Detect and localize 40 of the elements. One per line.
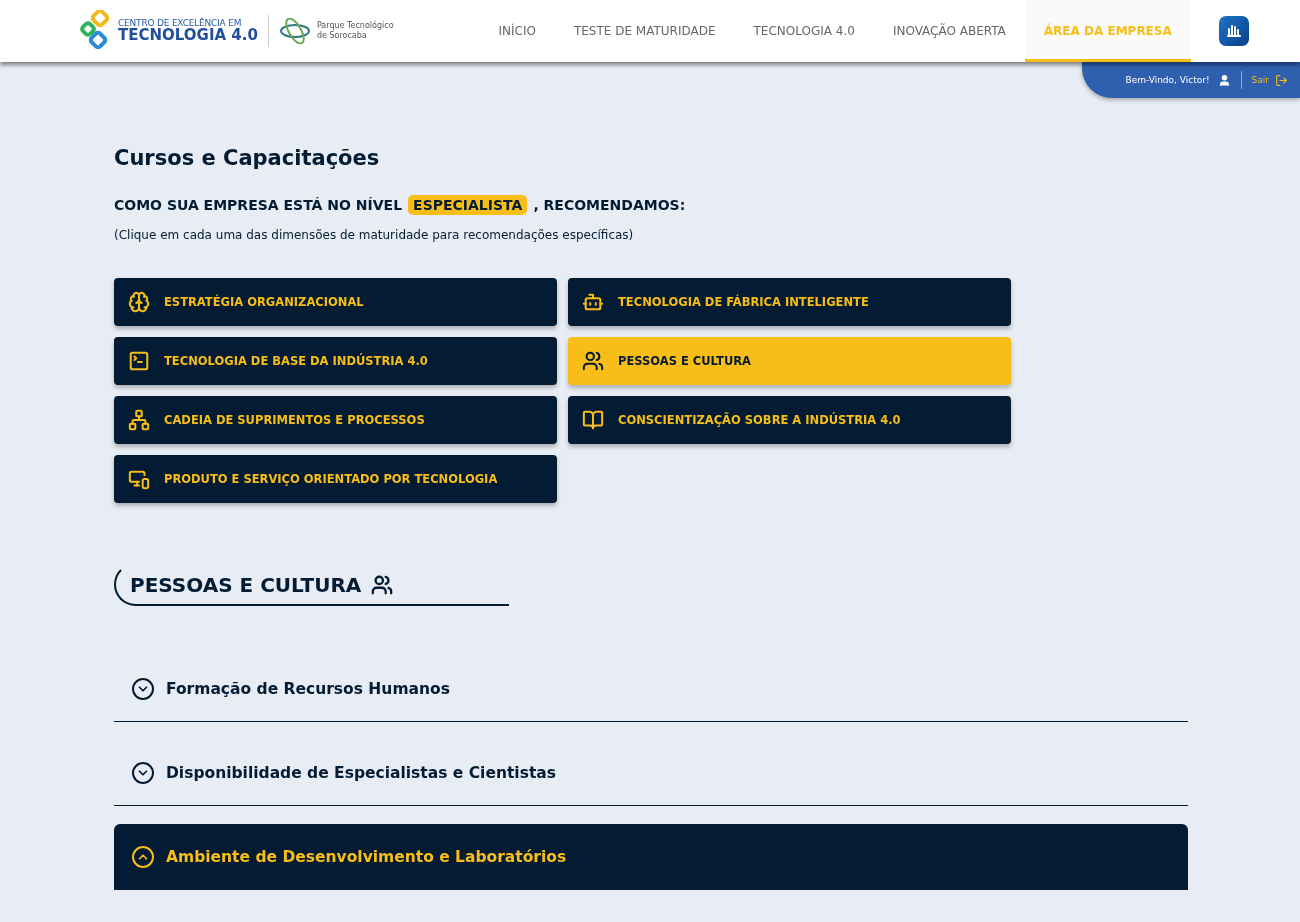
people-icon [582,350,604,372]
people-icon [371,573,394,596]
section-title: PESSOAS E CULTURA [130,572,362,597]
dimension-button[interactable]: CADEIA DE SUPRIMENTOS E PROCESSOS [114,396,557,444]
robot-icon [582,291,604,313]
terminal-icon [128,350,150,372]
accessibility-button[interactable] [1218,16,1249,46]
dimension-button[interactable]: TECNOLOGIA DE FÁBRICA INTELIGENTE [568,278,1011,326]
network-icon [128,409,150,431]
logo-title: TECNOLOGIA 4.0 [118,28,258,43]
logout-link[interactable]: Sair [1251,73,1288,87]
dimension-button[interactable]: CONSCIENTIZAÇÃO SOBRE A INDÚSTRIA 4.0 [568,396,1011,444]
atom-logo-icon [278,18,311,44]
nav-link[interactable]: INOVAÇÃO ABERTA [873,0,1025,62]
book-icon [582,409,604,431]
chevron-icon [132,761,154,784]
chevron-icon [132,677,154,700]
user-icon [1217,73,1231,87]
accordion-item[interactable]: Disponibilidade de Especialistas e Cientistas [114,740,1188,806]
chevron-icon [132,846,154,868]
nav-link[interactable]: INÍCIO [479,0,555,62]
accordion-item[interactable]: Ambiente de Desenvolvimento e Laboratórios [114,824,1188,890]
level-badge: ESPECIALISTA [408,195,528,215]
dimension-button[interactable]: ESTRATÉGIA ORGANIZACIONAL [114,278,557,326]
nav-link[interactable]: TESTE DE MATURIDADE [554,0,735,62]
dimension-button[interactable]: PRODUTO E SERVIÇO ORIENTADO POR TECNOLOGIA [114,455,557,503]
dimension-button[interactable]: TECNOLOGIA DE BASE DA INDÚSTRIA 4.0 [114,337,557,385]
devices-icon [128,468,150,490]
level-text: , RECOMENDAMOS: [533,197,686,213]
dimension-button[interactable]: PESSOAS E CULTURA [568,337,1011,385]
accordion-item[interactable]: Formação de Recursos Humanos [114,656,1188,722]
level-text: COMO SUA EMPRESA ESTÁ NO NÍVEL [114,197,403,213]
hint-text: (Clique em cada uma das dimensões de maturidade para recomendações específicas) [114,228,635,242]
brain-icon [128,291,150,313]
logo-subtitle: CENTRO DE EXCELÊNCIA EM [118,19,243,28]
nav-link[interactable]: TECNOLOGIA 4.0 [734,0,874,62]
logout-icon [1275,73,1288,87]
page-title: Cursos e Capacitações [114,146,381,170]
partner-name: Parque Tecnológico de Sorocaba [316,20,394,42]
greeting-text: Bem-Vindo, Victor! [1125,75,1210,85]
